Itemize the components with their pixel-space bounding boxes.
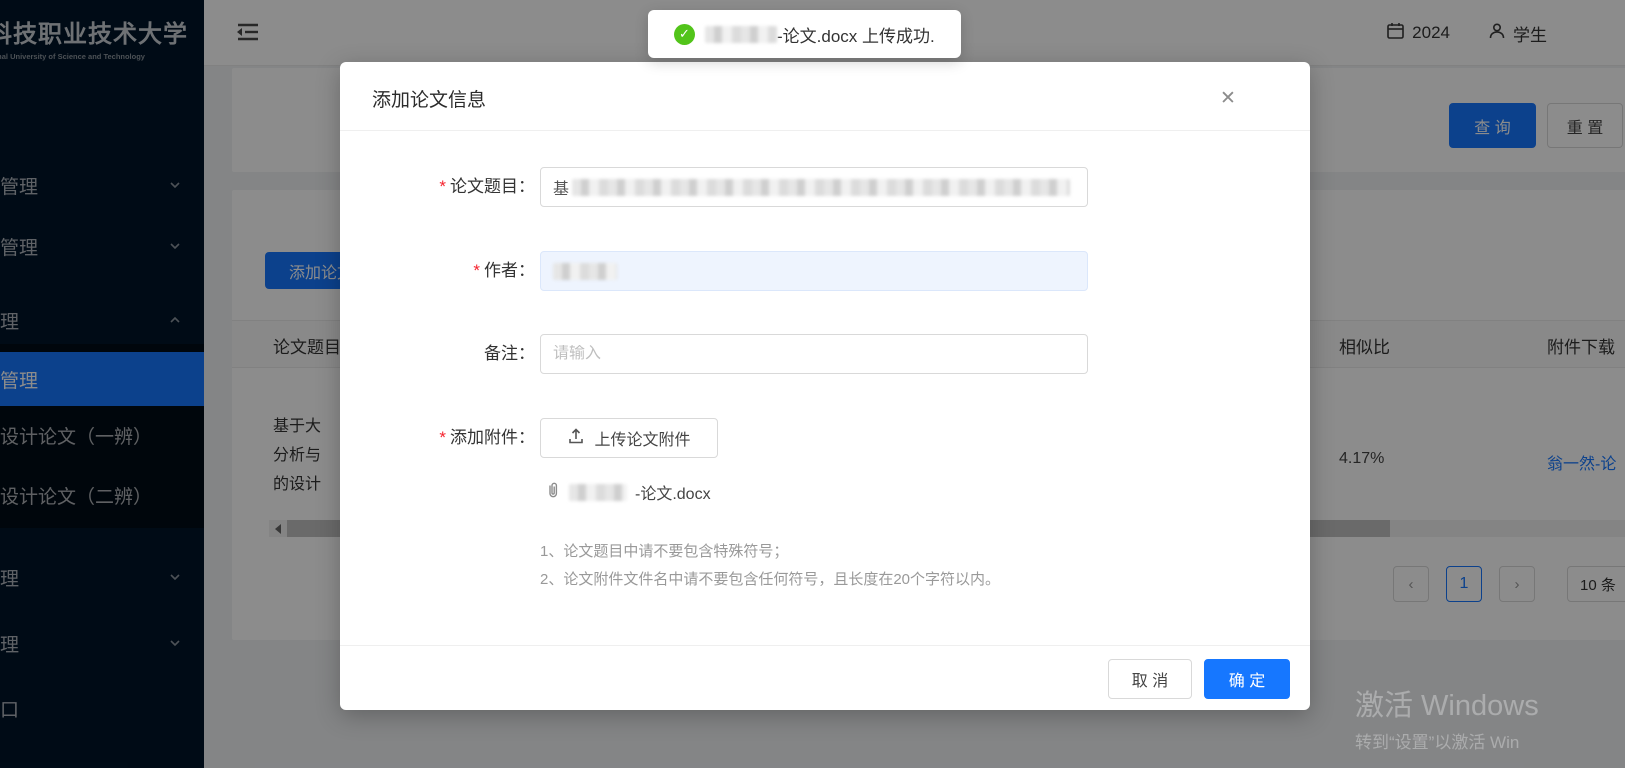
cancel-button[interactable]: 取 消 <box>1108 659 1192 699</box>
author-input <box>540 251 1088 291</box>
thesis-title-input[interactable]: 基 <box>540 167 1088 207</box>
upload-icon <box>567 427 585 450</box>
confirm-button[interactable]: 确 定 <box>1204 659 1290 699</box>
close-icon[interactable]: ✕ <box>1212 82 1244 114</box>
modal-footer-divider <box>340 645 1310 646</box>
file-name-suffix: -论文.docx <box>635 480 711 504</box>
modal-title: 添加论文信息 <box>372 85 486 112</box>
remark-label: 备注： <box>340 334 535 374</box>
author-label: *作者： <box>340 251 535 291</box>
modal-header-divider <box>340 130 1310 131</box>
attachment-label: *添加附件： <box>340 418 535 458</box>
redacted-file-name <box>569 484 627 501</box>
required-mark: * <box>473 261 480 280</box>
toast-message: -论文.docx 上传成功. <box>777 22 935 47</box>
required-mark: * <box>439 428 446 447</box>
redacted-author-value <box>553 263 617 280</box>
remark-input-wrap <box>540 334 1088 374</box>
add-thesis-modal: 添加论文信息 ✕ *论文题目： 基 *作者： 备注： *添加附件： 上传论文附件… <box>340 62 1310 710</box>
thesis-title-label: *论文题目： <box>340 167 535 207</box>
paperclip-icon <box>545 481 561 504</box>
uploaded-file-item[interactable]: -论文.docx <box>545 480 711 504</box>
success-check-icon: ✓ <box>674 24 695 45</box>
upload-success-toast: ✓ -论文.docx 上传成功. <box>648 10 961 58</box>
remark-input[interactable] <box>553 345 1075 363</box>
upload-attachment-button[interactable]: 上传论文附件 <box>540 418 718 458</box>
note-1: 1、论文题目中请不要包含特殊符号； <box>540 540 788 561</box>
note-2: 2、论文附件文件名中请不要包含任何符号，且长度在20个字符以内。 <box>540 568 1000 589</box>
redacted-title-value <box>572 179 1070 196</box>
required-mark: * <box>439 177 446 196</box>
redacted-name <box>705 26 777 43</box>
